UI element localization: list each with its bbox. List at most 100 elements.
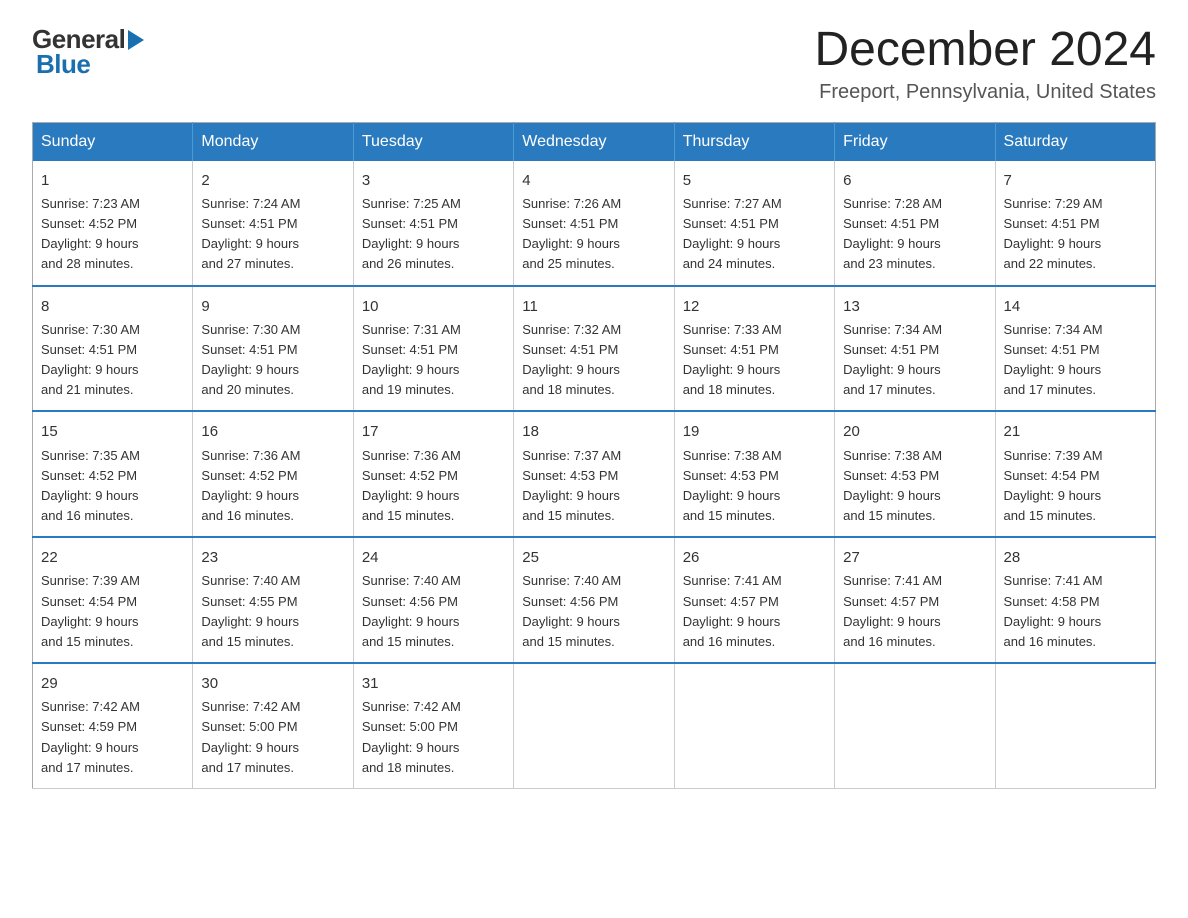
day-number: 20 [843, 420, 986, 443]
day-number: 11 [522, 295, 665, 318]
logo-arrow-icon [128, 30, 144, 50]
calendar-cell: 29 Sunrise: 7:42 AM Sunset: 4:59 PM Dayl… [33, 663, 193, 788]
calendar-cell: 4 Sunrise: 7:26 AM Sunset: 4:51 PM Dayli… [514, 161, 674, 286]
daylight-minutes: and 15 minutes. [843, 508, 936, 523]
calendar-cell: 1 Sunrise: 7:23 AM Sunset: 4:52 PM Dayli… [33, 161, 193, 286]
day-number: 29 [41, 672, 184, 695]
daylight-minutes: and 19 minutes. [362, 382, 455, 397]
sunset-info: Sunset: 4:51 PM [41, 342, 137, 357]
daylight-info: Daylight: 9 hours [522, 236, 620, 251]
sunrise-info: Sunrise: 7:30 AM [201, 322, 300, 337]
daylight-info: Daylight: 9 hours [41, 362, 139, 377]
sunset-info: Sunset: 4:54 PM [41, 594, 137, 609]
sunrise-info: Sunrise: 7:41 AM [1004, 573, 1103, 588]
col-thursday: Thursday [674, 122, 834, 161]
day-number: 5 [683, 169, 826, 192]
sunset-info: Sunset: 4:52 PM [41, 468, 137, 483]
daylight-info: Daylight: 9 hours [201, 740, 299, 755]
calendar-cell: 19 Sunrise: 7:38 AM Sunset: 4:53 PM Dayl… [674, 411, 834, 537]
daylight-minutes: and 15 minutes. [683, 508, 776, 523]
page-header: General Blue December 2024 Freeport, Pen… [32, 24, 1156, 104]
daylight-minutes: and 15 minutes. [201, 634, 294, 649]
sunrise-info: Sunrise: 7:34 AM [1004, 322, 1103, 337]
daylight-minutes: and 17 minutes. [41, 760, 134, 775]
daylight-minutes: and 15 minutes. [522, 634, 615, 649]
sunset-info: Sunset: 4:59 PM [41, 719, 137, 734]
day-number: 4 [522, 169, 665, 192]
daylight-minutes: and 22 minutes. [1004, 256, 1097, 271]
sunrise-info: Sunrise: 7:38 AM [843, 448, 942, 463]
calendar-cell: 28 Sunrise: 7:41 AM Sunset: 4:58 PM Dayl… [995, 537, 1155, 663]
calendar-cell: 22 Sunrise: 7:39 AM Sunset: 4:54 PM Dayl… [33, 537, 193, 663]
calendar-cell: 14 Sunrise: 7:34 AM Sunset: 4:51 PM Dayl… [995, 286, 1155, 412]
daylight-info: Daylight: 9 hours [201, 236, 299, 251]
daylight-info: Daylight: 9 hours [843, 614, 941, 629]
day-number: 10 [362, 295, 505, 318]
logo-blue-text: Blue [36, 49, 90, 80]
sunset-info: Sunset: 4:56 PM [362, 594, 458, 609]
sunrise-info: Sunrise: 7:27 AM [683, 196, 782, 211]
sunset-info: Sunset: 4:53 PM [683, 468, 779, 483]
calendar-cell: 30 Sunrise: 7:42 AM Sunset: 5:00 PM Dayl… [193, 663, 353, 788]
daylight-minutes: and 16 minutes. [201, 508, 294, 523]
day-number: 21 [1004, 420, 1147, 443]
sunset-info: Sunset: 5:00 PM [201, 719, 297, 734]
daylight-minutes: and 15 minutes. [362, 508, 455, 523]
daylight-info: Daylight: 9 hours [201, 614, 299, 629]
daylight-minutes: and 16 minutes. [683, 634, 776, 649]
sunrise-info: Sunrise: 7:36 AM [201, 448, 300, 463]
sunset-info: Sunset: 4:58 PM [1004, 594, 1100, 609]
day-number: 27 [843, 546, 986, 569]
sunrise-info: Sunrise: 7:26 AM [522, 196, 621, 211]
day-number: 26 [683, 546, 826, 569]
daylight-minutes: and 17 minutes. [843, 382, 936, 397]
daylight-minutes: and 15 minutes. [522, 508, 615, 523]
daylight-info: Daylight: 9 hours [522, 362, 620, 377]
day-number: 14 [1004, 295, 1147, 318]
calendar-cell: 8 Sunrise: 7:30 AM Sunset: 4:51 PM Dayli… [33, 286, 193, 412]
calendar-cell: 3 Sunrise: 7:25 AM Sunset: 4:51 PM Dayli… [353, 161, 513, 286]
calendar-cell: 27 Sunrise: 7:41 AM Sunset: 4:57 PM Dayl… [835, 537, 995, 663]
sunset-info: Sunset: 4:51 PM [522, 216, 618, 231]
calendar-week-row: 29 Sunrise: 7:42 AM Sunset: 4:59 PM Dayl… [33, 663, 1156, 788]
col-friday: Friday [835, 122, 995, 161]
sunset-info: Sunset: 4:55 PM [201, 594, 297, 609]
daylight-info: Daylight: 9 hours [843, 236, 941, 251]
sunset-info: Sunset: 4:52 PM [41, 216, 137, 231]
col-sunday: Sunday [33, 122, 193, 161]
day-number: 31 [362, 672, 505, 695]
sunrise-info: Sunrise: 7:28 AM [843, 196, 942, 211]
sunset-info: Sunset: 4:57 PM [843, 594, 939, 609]
day-number: 12 [683, 295, 826, 318]
sunrise-info: Sunrise: 7:34 AM [843, 322, 942, 337]
daylight-minutes: and 24 minutes. [683, 256, 776, 271]
sunset-info: Sunset: 4:51 PM [362, 216, 458, 231]
calendar-header-row: Sunday Monday Tuesday Wednesday Thursday… [33, 122, 1156, 161]
day-number: 2 [201, 169, 344, 192]
calendar-week-row: 15 Sunrise: 7:35 AM Sunset: 4:52 PM Dayl… [33, 411, 1156, 537]
daylight-info: Daylight: 9 hours [843, 488, 941, 503]
sunrise-info: Sunrise: 7:31 AM [362, 322, 461, 337]
calendar-cell [674, 663, 834, 788]
calendar-cell: 12 Sunrise: 7:33 AM Sunset: 4:51 PM Dayl… [674, 286, 834, 412]
daylight-info: Daylight: 9 hours [41, 488, 139, 503]
day-number: 23 [201, 546, 344, 569]
calendar-cell [514, 663, 674, 788]
daylight-info: Daylight: 9 hours [362, 740, 460, 755]
day-number: 16 [201, 420, 344, 443]
day-number: 18 [522, 420, 665, 443]
sunset-info: Sunset: 4:51 PM [843, 216, 939, 231]
sunrise-info: Sunrise: 7:32 AM [522, 322, 621, 337]
calendar-cell: 24 Sunrise: 7:40 AM Sunset: 4:56 PM Dayl… [353, 537, 513, 663]
location-text: Freeport, Pennsylvania, United States [814, 81, 1156, 104]
sunset-info: Sunset: 5:00 PM [362, 719, 458, 734]
daylight-info: Daylight: 9 hours [1004, 362, 1102, 377]
calendar-cell [995, 663, 1155, 788]
daylight-minutes: and 25 minutes. [522, 256, 615, 271]
sunrise-info: Sunrise: 7:33 AM [683, 322, 782, 337]
calendar-cell [835, 663, 995, 788]
sunrise-info: Sunrise: 7:37 AM [522, 448, 621, 463]
day-number: 19 [683, 420, 826, 443]
sunset-info: Sunset: 4:51 PM [1004, 342, 1100, 357]
day-number: 17 [362, 420, 505, 443]
